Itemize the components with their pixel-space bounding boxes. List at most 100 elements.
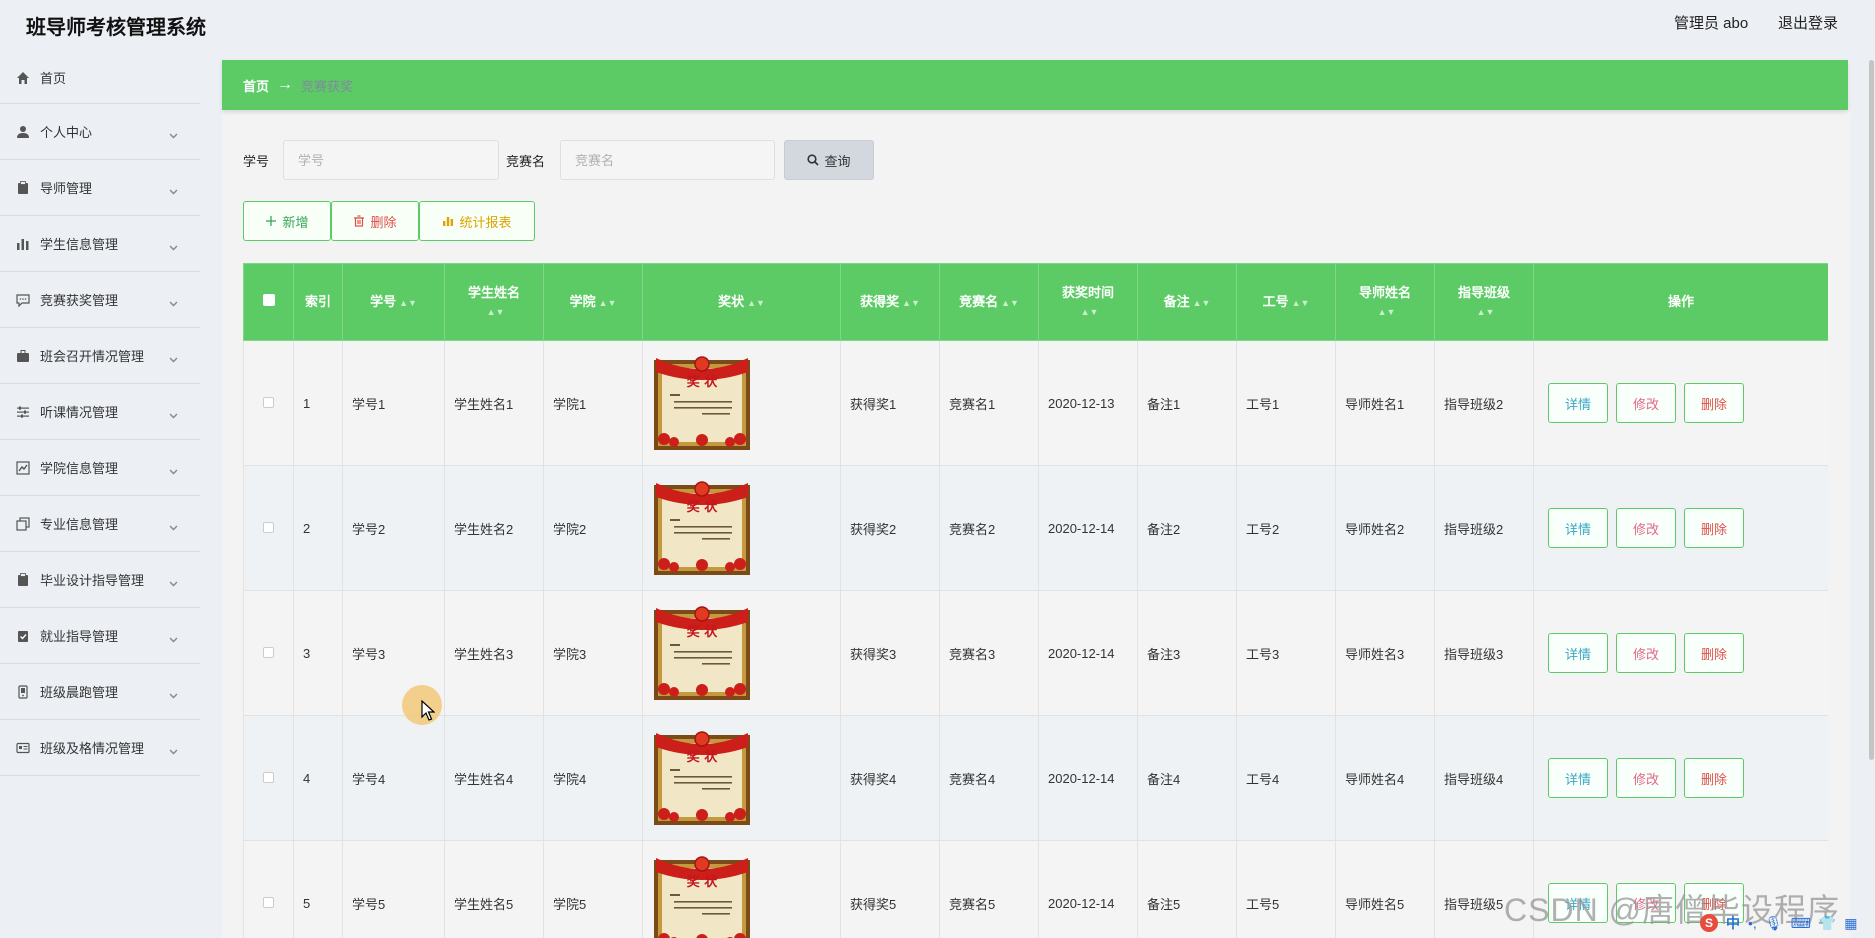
table-cell-award: 获得奖2	[840, 465, 940, 591]
sidebar-item[interactable]: 个人中心	[0, 104, 200, 160]
row-delete-button[interactable]: 删除	[1684, 508, 1744, 548]
row-detail-button[interactable]: 详情	[1548, 508, 1608, 548]
chevron-down-icon	[169, 295, 178, 306]
award-certificate-image[interactable]: 奖 状	[652, 729, 752, 827]
row-delete-button[interactable]: 删除	[1684, 758, 1744, 798]
column-header[interactable]: 工号 ▲▼	[1236, 263, 1336, 341]
column-header[interactable]: 备注 ▲▼	[1137, 263, 1237, 341]
table-cell-tutor: 导师姓名4	[1335, 715, 1435, 841]
row-edit-button[interactable]: 修改	[1616, 633, 1676, 673]
table-cell-competition: 竞赛名3	[939, 590, 1039, 716]
sort-icon[interactable]: ▲▼	[1081, 303, 1099, 321]
student-id-label: 学号	[243, 154, 270, 169]
sort-icon[interactable]: ▲▼	[599, 294, 617, 312]
sidebar-item[interactable]: 听课情况管理	[0, 384, 200, 440]
sidebar-item[interactable]: 班级及格情况管理	[0, 720, 200, 776]
sort-icon[interactable]: ▲▼	[1477, 303, 1495, 321]
row-delete-button[interactable]: 删除	[1684, 633, 1744, 673]
breadcrumb-home[interactable]: 首页	[243, 76, 269, 95]
table-cell-date: 2020-12-14	[1038, 715, 1138, 841]
breadcrumb-current: 竞赛获奖	[301, 78, 354, 94]
row-detail-button[interactable]: 详情	[1548, 633, 1608, 673]
sort-icon[interactable]: ▲▼	[399, 294, 417, 312]
row-checkbox[interactable]	[263, 771, 274, 783]
row-detail-button[interactable]: 详情	[1548, 383, 1608, 423]
certificate-cell: 奖 状	[642, 590, 841, 716]
table-cell-student-name: 学生姓名4	[444, 715, 544, 841]
sidebar-item[interactable]: 就业指导管理	[0, 608, 200, 664]
sidebar-item[interactable]: 学院信息管理	[0, 440, 200, 496]
sort-icon[interactable]: ▲▼	[1001, 294, 1019, 312]
certificate-title: 奖 状	[687, 624, 719, 640]
column-header[interactable]: 导师姓名 ▲▼	[1335, 263, 1435, 341]
student-id-input[interactable]	[283, 140, 499, 180]
add-button-label: 新增	[282, 214, 309, 230]
row-edit-button[interactable]: 修改	[1616, 508, 1676, 548]
sidebar-item[interactable]: 毕业设计指导管理	[0, 552, 200, 608]
copy-icon	[16, 516, 30, 531]
statistics-report-button[interactable]: 统计报表	[419, 201, 535, 241]
row-checkbox[interactable]	[263, 646, 274, 658]
row-checkbox[interactable]	[263, 396, 274, 408]
sort-icon[interactable]: ▲▼	[747, 294, 765, 312]
ime-language-label[interactable]: 中	[1726, 913, 1740, 933]
select-all-checkbox[interactable]	[262, 294, 275, 306]
award-certificate-image[interactable]: 奖 状	[652, 479, 752, 577]
award-certificate-image[interactable]: 奖 状	[652, 604, 752, 702]
sort-icon[interactable]: ▲▼	[487, 303, 505, 321]
award-certificate-image[interactable]: 奖 状	[652, 854, 752, 938]
row-actions-cell: 详情 修改 删除	[1533, 590, 1828, 716]
ime-mic-icon[interactable]: 🎙	[1765, 915, 1783, 932]
bar-chart-icon	[443, 217, 454, 226]
clipboard-icon	[16, 572, 30, 587]
ime-punctuation-icon[interactable]: •,	[1748, 915, 1757, 931]
column-header[interactable]: 获得奖 ▲▼	[840, 263, 940, 341]
row-checkbox[interactable]	[263, 896, 274, 908]
sidebar-item[interactable]: 班会召开情况管理	[0, 328, 200, 384]
sidebar-item[interactable]: 导师管理	[0, 160, 200, 216]
batch-delete-button[interactable]: 删除	[331, 201, 419, 241]
ime-skin-icon[interactable]: 👕	[1819, 915, 1836, 932]
sidebar-item[interactable]: 竞赛获奖管理	[0, 272, 200, 328]
query-button[interactable]: 查询	[784, 140, 874, 180]
table-row: 4 学号4 学生姓名4 学院4 奖 状 获得奖4 竞赛名4 2020-12-14 备注4 工号4 导…	[243, 715, 1828, 841]
ime-logo-icon[interactable]: S	[1700, 914, 1718, 932]
column-header[interactable]: 奖状 ▲▼	[642, 263, 841, 341]
sidebar-item[interactable]: 专业信息管理	[0, 496, 200, 552]
row-delete-button[interactable]: 删除	[1684, 383, 1744, 423]
row-checkbox-cell	[243, 465, 294, 591]
certificate-cell: 奖 状	[642, 465, 841, 591]
current-user-label: 管理员 abo	[1674, 15, 1749, 32]
column-header[interactable]: 学生姓名 ▲▼	[444, 263, 544, 341]
column-header: 操作	[1533, 263, 1828, 341]
sidebar-item[interactable]: 班级晨跑管理	[0, 664, 200, 720]
logout-link[interactable]: 退出登录	[1778, 12, 1838, 33]
column-header[interactable]: 指导班级 ▲▼	[1434, 263, 1534, 341]
column-header[interactable]: 学院 ▲▼	[543, 263, 643, 341]
sort-icon[interactable]: ▲▼	[902, 294, 920, 312]
row-edit-button[interactable]: 修改	[1616, 758, 1676, 798]
row-edit-button[interactable]: 修改	[1616, 383, 1676, 423]
sidebar-item[interactable]: 首页	[0, 52, 200, 104]
row-detail-button[interactable]: 详情	[1548, 758, 1608, 798]
column-header[interactable]: 学号 ▲▼	[342, 263, 445, 341]
sort-icon[interactable]: ▲▼	[1292, 294, 1310, 312]
column-header: 索引	[293, 263, 343, 341]
ime-keyboard-icon[interactable]: ⌨	[1791, 915, 1811, 932]
add-button[interactable]: 新增	[243, 201, 331, 241]
competition-name-input[interactable]	[560, 140, 775, 180]
sidebar-item-label: 班会召开情况管理	[40, 349, 145, 364]
table-row: 2 学号2 学生姓名2 学院2 奖 状 获得奖2 竞赛名2 2020-12-14 备注2 工号2 导…	[243, 465, 1828, 591]
row-checkbox[interactable]	[263, 521, 274, 533]
sort-icon[interactable]: ▲▼	[1193, 294, 1211, 312]
ime-menu-icon[interactable]: ▦	[1844, 915, 1857, 932]
column-header[interactable]: 竞赛名 ▲▼	[939, 263, 1039, 341]
table-cell-class: 指导班级2	[1434, 340, 1534, 466]
award-certificate-image[interactable]: 奖 状	[652, 354, 752, 452]
sidebar-item[interactable]: 学生信息管理	[0, 216, 200, 272]
column-header[interactable]: 获奖时间 ▲▼	[1038, 263, 1138, 341]
sort-icon[interactable]: ▲▼	[1378, 303, 1396, 321]
table-cell-date: 2020-12-14	[1038, 590, 1138, 716]
page-scrollbar[interactable]	[1869, 60, 1874, 760]
table-cell-index: 3	[293, 590, 343, 716]
